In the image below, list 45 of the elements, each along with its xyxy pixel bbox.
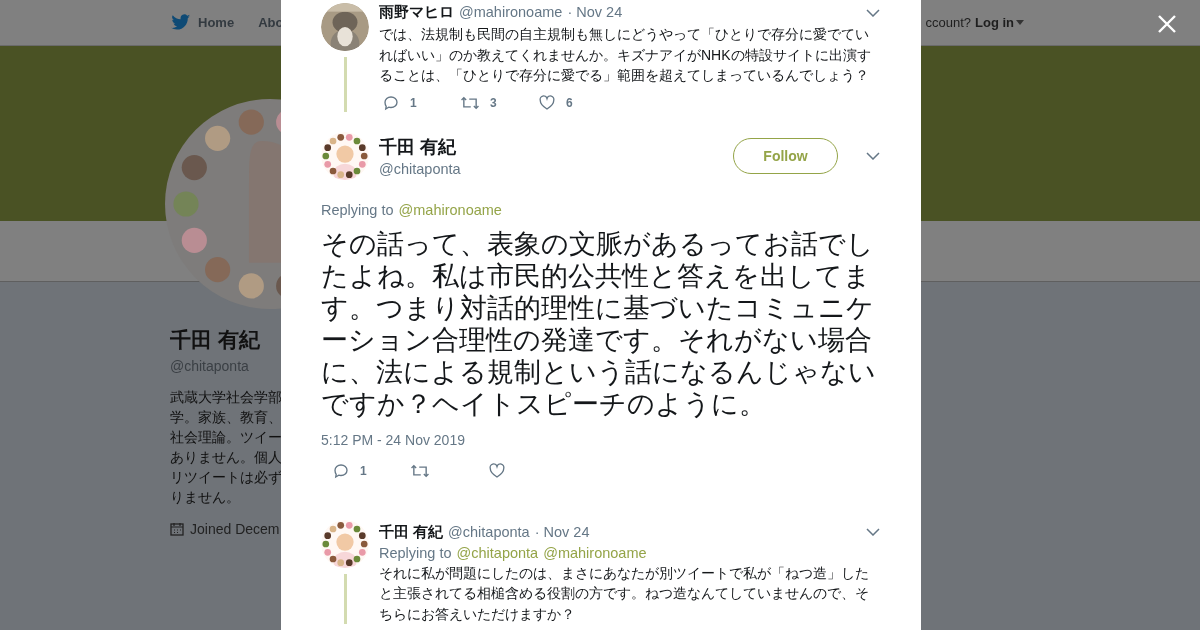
author-handle[interactable]: @chitaponta — [379, 160, 723, 177]
reply-count: 1 — [360, 463, 367, 478]
reply-count: 1 — [410, 95, 417, 110]
profile-name: 千田 有紀 — [170, 327, 260, 353]
bio-line: りません。 — [170, 489, 240, 507]
tweet-date[interactable]: · Nov 24 — [567, 4, 623, 20]
chevron-icon[interactable] — [866, 528, 880, 536]
like-count: 6 — [566, 95, 573, 110]
bio-line: リツイートは必ず — [170, 469, 282, 487]
tweet-text: では、法規制も民間の自主規制も無しにどうやって「ひとりで存分に愛でていればいい」のか教えてくれませんか。キズナアイがNHKの特設サイトに出演することは、「ひとりで存分に愛でる」範囲を超えてしまっているんでしょう？ — [379, 25, 872, 85]
bio-line: 武蔵大学社会学部 — [170, 389, 282, 407]
tweet-text: それに私が問題にしたのは、まさにあなたが別ツイートで私が「ねつ造」したと主張されてる相槌含める役割の方です。ねつ造なんてしていませんので、そちらにお答えいただけますか？ — [379, 563, 870, 624]
retweet-count: 3 — [490, 95, 497, 110]
avatar[interactable] — [321, 3, 369, 51]
calendar-icon — [170, 522, 184, 536]
login-menu[interactable]: Log in — [975, 15, 1024, 30]
author-name[interactable]: 千田 有紀 — [379, 522, 444, 542]
tweet-timestamp[interactable]: 5:12 PM - 24 Nov 2019 — [321, 431, 881, 448]
bio-line: 社会理論。ツイー — [170, 429, 282, 447]
reply-icon[interactable] — [332, 461, 350, 480]
author-handle[interactable]: @mahironoame — [459, 4, 563, 20]
reply-icon[interactable] — [382, 93, 400, 112]
replying-label: Replying to — [379, 544, 452, 561]
mention-link[interactable]: @chitaponta — [456, 544, 539, 561]
author-name[interactable]: 千田 有紀 — [379, 134, 723, 159]
caret-icon — [1016, 20, 1024, 25]
joined-date: Joined Decem — [190, 521, 280, 537]
like-icon[interactable] — [488, 461, 506, 480]
bird-icon — [171, 14, 191, 31]
bio-line: 学。家族、教育、 — [170, 409, 282, 427]
tweet-date[interactable]: · Nov 24 — [534, 523, 590, 540]
follow-button[interactable]: Follow — [733, 137, 838, 174]
close-icon[interactable] — [1157, 14, 1177, 34]
author-name[interactable]: 雨野マヒロ — [379, 3, 454, 22]
bio-line: ありません。個人 — [170, 449, 282, 467]
chevron-icon[interactable] — [866, 151, 880, 160]
author-handle[interactable]: @chitaponta — [448, 523, 530, 540]
account-prompt: ccount? — [925, 15, 971, 30]
mention-link[interactable]: @mahironoame — [543, 544, 647, 561]
nav-link[interactable]: Home — [198, 15, 235, 30]
tweet-text: その話って、表象の文脈があるってお話でしたよね。私は市民的公共性と答えを出してます。つまり対話的理性に基づいたコミュニケーション合理性の発達です。それがない場合に、法による規制という話になるんじゃないですか？ヘイトスピーチのように。 — [321, 227, 877, 420]
mention-link[interactable]: @mahironoame — [398, 201, 502, 218]
chevron-icon[interactable] — [866, 8, 880, 17]
like-icon[interactable] — [538, 93, 556, 112]
replying-label: Replying to — [321, 201, 394, 218]
